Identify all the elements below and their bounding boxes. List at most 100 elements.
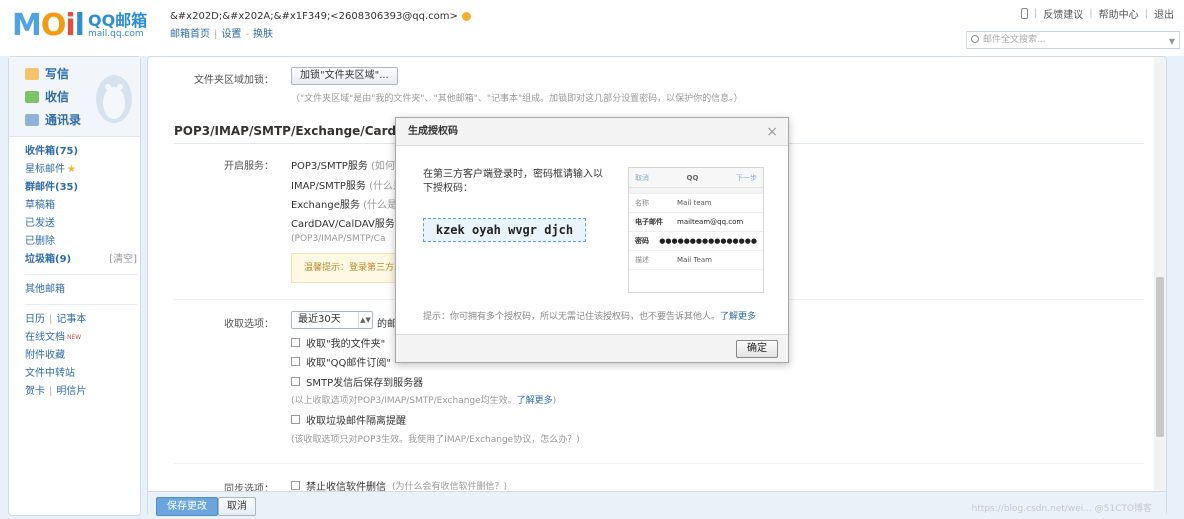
phone-row-key: 电子邮件 [635, 218, 663, 226]
auth-code-dialog: 生成授权码 × 在第三方客户端登录时，密码框请输入以下授权码： kzek oya… [395, 117, 789, 363]
checkbox[interactable] [291, 415, 300, 424]
checkbox[interactable] [291, 481, 300, 490]
options-hint-text: (以上收取选项对POP3/IMAP/SMTP/Exchange均生效。 [291, 396, 517, 406]
folder-lock-label: 文件夹区域加锁： [194, 75, 274, 86]
phone-row: 电子邮件 mailteam@qq.com [629, 213, 763, 232]
phone-illustration: 取消 QQ 下一步 名称 Mail team 电子邮件 mailteam@qq.co… [628, 167, 764, 293]
search-input[interactable]: 邮件全文搜索... ▼ [966, 31, 1180, 49]
notes-link[interactable]: 记事本 [56, 311, 86, 329]
vip-badge-icon[interactable] [461, 12, 471, 21]
feedback-link[interactable]: 反馈建议 [1043, 6, 1083, 21]
dialog-footer: 确定 [396, 334, 788, 362]
calendar-link[interactable]: 日历 [25, 311, 45, 329]
folder-label: 垃圾箱(9) [25, 254, 72, 265]
search-icon [971, 35, 979, 43]
option-label: SMTP发信后保存到服务器 [306, 378, 424, 389]
section-title: POP3/IMAP/SMTP/Exchange/CardD [174, 124, 407, 138]
service-name: IMAP/SMTP服务 [291, 181, 366, 192]
confirm-button[interactable]: 确定 [736, 340, 778, 358]
sidebar-item-group-mail[interactable]: 群邮件(35) [25, 179, 137, 197]
service-imap: IMAP/SMTP服务 (什么是 [291, 177, 403, 192]
separator: | [49, 386, 53, 397]
mailbox-home-link[interactable]: 邮箱首页 [170, 29, 210, 40]
chevron-down-icon[interactable]: ▼ [1169, 34, 1175, 50]
phone-row: 描述 Mail Team [629, 251, 763, 270]
header: MOil QQ邮箱 mail.qq.com &#x202D;&#x202A;&#… [0, 0, 1184, 56]
separator: - [245, 29, 249, 40]
penguin-mascot-icon [96, 75, 132, 123]
user-links: 邮箱首页 | 设置 - 换肤 [170, 25, 273, 40]
sidebar-item-inbox[interactable]: 收件箱(75) [25, 143, 137, 161]
checkbox[interactable] [291, 377, 300, 386]
greeting-card-link[interactable]: 贺卡 [25, 383, 45, 401]
separator: | [49, 314, 53, 325]
logout-link[interactable]: 退出 [1154, 6, 1174, 21]
compose-button[interactable]: 写信 [25, 65, 69, 82]
sidebar-item-drafts[interactable]: 草稿箱 [25, 197, 137, 215]
logo-wordmark: MOil [12, 8, 85, 44]
option-my-folders[interactable]: 收取"我的文件夹" [291, 335, 385, 350]
sidebar-item-spam[interactable]: 垃圾箱(9) [清空] [25, 251, 137, 269]
sidebar-item-calendar-notes: 日历 | 记事本 [25, 311, 137, 329]
phone-row-value: Mail team [677, 199, 712, 207]
top-links: | 反馈建议 | 帮助中心 | 退出 [1020, 6, 1174, 21]
sidebar-item-attachments[interactable]: 附件收藏 [25, 347, 137, 365]
receive-button[interactable]: 收信 [25, 88, 69, 105]
logo-letter: O [40, 8, 66, 43]
phone-row-value: mailteam@qq.com [677, 218, 744, 226]
sidebar-item-starred[interactable]: 星标邮件 ★ [25, 161, 137, 179]
phone-row-key: 描述 [635, 256, 649, 264]
separator: | [1144, 8, 1148, 19]
sidebar-item-other-mailboxes[interactable]: 其他邮箱 [25, 281, 137, 299]
logo-domain: mail.qq.com [87, 28, 144, 39]
cancel-button[interactable]: 取消 [218, 497, 256, 516]
separator: | [214, 29, 218, 40]
close-icon[interactable]: × [766, 118, 778, 146]
sidebar-item-online-docs[interactable]: 在线文档 NEW [25, 329, 137, 347]
phone-next: 下一步 [736, 173, 757, 182]
scrollbar-thumb[interactable] [1156, 277, 1164, 437]
compose-label: 写信 [45, 67, 70, 81]
divider [174, 463, 1144, 464]
new-badge: NEW [67, 334, 82, 341]
phone-row-key: 密码 [635, 237, 649, 245]
help-link[interactable]: 帮助中心 [1099, 6, 1139, 21]
receive-options-label: 收取选项： [224, 319, 274, 330]
phone-topbar: 取消 QQ 下一步 [629, 168, 763, 188]
skin-link[interactable]: 换肤 [253, 29, 273, 40]
option-label: 收取"我的文件夹" [306, 339, 386, 350]
sidebar-item-deleted[interactable]: 已删除 [25, 233, 137, 251]
sidebar-item-file-transfer[interactable]: 文件中转站 [25, 365, 137, 383]
option-smtp-save[interactable]: SMTP发信后保存到服务器 [291, 374, 423, 389]
empty-spam-link[interactable]: [清空] [109, 251, 137, 269]
qq-mail-logo[interactable]: MOil QQ邮箱 mail.qq.com [12, 8, 147, 44]
star-icon: ★ [67, 164, 76, 175]
postcard-link[interactable]: 明信片 [56, 383, 86, 401]
phone-row-key: 名称 [635, 199, 649, 207]
receive-range-select[interactable]: 最近30天 ▲▼ [291, 311, 373, 329]
checkbox[interactable] [291, 338, 300, 347]
folder-label: 群邮件(35) [25, 182, 79, 193]
sidebar-item-cards: 贺卡 | 明信片 [25, 383, 137, 401]
service-carddav: CardDAV/CalDAV服务 ( [291, 215, 402, 230]
logo-text: QQ邮箱 mail.qq.com [87, 12, 147, 39]
option-spam-reminder[interactable]: 收取垃圾邮件隔离提醒 [291, 412, 406, 427]
mobile-icon[interactable] [1020, 8, 1028, 19]
learn-more-link[interactable]: 了解更多 [720, 312, 756, 322]
inbox-icon [25, 90, 39, 103]
save-button[interactable]: 保存更改 [156, 497, 218, 516]
settings-link[interactable]: 设置 [221, 29, 241, 40]
learn-more-link[interactable]: 了解更多 [517, 396, 553, 406]
folder-lock-button[interactable]: 加锁"文件夹区域"... [291, 67, 398, 85]
phone-logo: QQ [686, 173, 699, 182]
sidebar-item-sent[interactable]: 已发送 [25, 215, 137, 233]
folder-list: 收件箱(75) 星标邮件 ★ 群邮件(35) 草稿箱 已发送 已删除 垃圾箱(9)… [25, 143, 137, 401]
phone-cancel: 取消 [635, 173, 649, 182]
contacts-button[interactable]: 通讯录 [25, 111, 81, 128]
checkbox[interactable] [291, 357, 300, 366]
auth-code[interactable]: kzek oyah wvgr djch [423, 218, 586, 242]
scrollbar[interactable] [1154, 57, 1166, 515]
option-qq-subscription[interactable]: 收取"QQ邮件订阅" [291, 354, 391, 369]
dialog-description: 在第三方客户端登录时，密码框请输入以下授权码： [423, 169, 603, 194]
service-name: POP3/SMTP服务 [291, 161, 368, 172]
